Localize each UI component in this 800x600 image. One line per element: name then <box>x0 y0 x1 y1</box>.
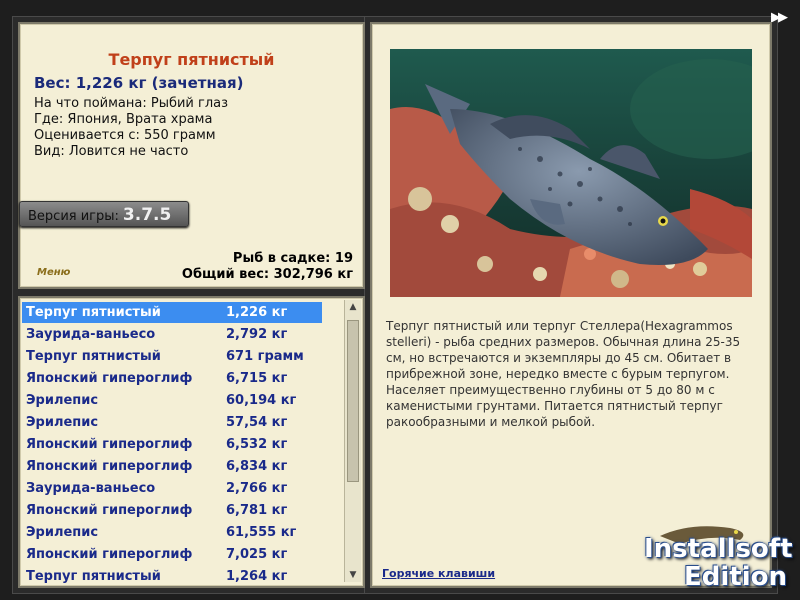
double-arrow-right-icon: ▶▶ <box>771 10 788 25</box>
list-item-name: Японский гипероглиф <box>26 503 193 518</box>
fish-in-net: Рыб в садке: 19 <box>232 251 353 266</box>
list-item-weight: 60,194 кг <box>226 393 297 408</box>
scroll-thumb[interactable] <box>347 320 359 482</box>
fish-detail-panel: Терпуг пятнистый или терпуг Стеллера(Hex… <box>370 22 772 588</box>
list-item[interactable]: Эрилепис 57,54 кг <box>22 412 322 433</box>
list-item-name: Терпуг пятнистый <box>26 569 161 584</box>
bait-detail: На что поймана: Рыбий глаз <box>34 96 229 111</box>
list-item-name: Эрилепис <box>26 393 99 408</box>
list-item[interactable]: Терпуг пятнистый 1,264 кг <box>22 566 322 586</box>
list-item[interactable]: Заурида-ваньесо 2,766 кг <box>22 478 322 499</box>
list-item-name: Японский гипероглиф <box>26 547 193 562</box>
chevron-up-icon[interactable]: ▲ <box>345 300 361 314</box>
list-item-weight: 6,532 кг <box>226 437 288 452</box>
list-item-weight: 6,715 кг <box>226 371 288 386</box>
list-item-name: Японский гипероглиф <box>26 459 193 474</box>
list-item[interactable]: Японский гипероглиф 6,781 кг <box>22 500 322 521</box>
list-item-weight: 671 грамм <box>226 349 304 364</box>
list-item-weight: 1,264 кг <box>226 569 288 584</box>
catch-info-panel: Терпуг пятнистый Вес: 1,226 кг (зачетная… <box>18 22 365 289</box>
list-item-name: Терпуг пятнистый <box>26 305 161 320</box>
version-label: Версия игры: <box>28 209 119 224</box>
list-item-name: Терпуг пятнистый <box>26 349 161 364</box>
list-item[interactable]: Терпуг пятнистый 671 грамм <box>22 346 322 367</box>
list-item[interactable]: Японский гипероглиф 6,715 кг <box>22 368 322 389</box>
version-number: 3.7.5 <box>122 205 172 225</box>
forward-button[interactable]: ▶▶ <box>771 10 795 26</box>
list-item[interactable]: Эрилепис 60,194 кг <box>22 390 322 411</box>
total-weight: Общий вес: 302,796 кг <box>181 267 353 282</box>
rarity-detail: Вид: Ловится не часто <box>34 144 189 159</box>
fish-weight: Вес: 1,226 кг (зачетная) <box>34 74 244 92</box>
version-badge: Версия игры: 3.7.5 <box>19 201 189 227</box>
list-item-name: Японский гипероглиф <box>26 437 193 452</box>
list-item[interactable]: Терпуг пятнистый 1,226 кг <box>22 302 322 323</box>
list-item-weight: 1,226 кг <box>226 305 288 320</box>
list-item-weight: 7,025 кг <box>226 547 288 562</box>
list-item[interactable]: Японский гипероглиф 6,834 кг <box>22 456 322 477</box>
min-weight-detail: Оценивается с: 550 грамм <box>34 128 216 143</box>
list-item[interactable]: Заурида-ваньесо 2,792 кг <box>22 324 322 345</box>
list-scrollbar[interactable]: ▲ ▼ <box>344 300 361 582</box>
list-item[interactable]: Японский гипероглиф 6,532 кг <box>22 434 322 455</box>
hotkeys-link[interactable]: Горячие клавиши <box>382 567 495 580</box>
fish-description: Терпуг пятнистый или терпуг Стеллера(Hex… <box>386 319 741 429</box>
list-item-name: Эрилепис <box>26 525 99 540</box>
list-item-weight: 61,555 кг <box>226 525 297 540</box>
brand-line2: Edition <box>684 562 787 592</box>
list-item-name: Японский гипероглиф <box>26 371 193 386</box>
menu-button[interactable]: Меню <box>37 267 70 278</box>
fish-photo <box>390 49 752 297</box>
list-item-weight: 2,766 кг <box>226 481 288 496</box>
list-item-weight: 6,834 кг <box>226 459 288 474</box>
list-item[interactable]: Эрилепис 61,555 кг <box>22 522 322 543</box>
brand-line1: Installsoft <box>644 534 793 564</box>
fish-title: Терпуг пятнистый <box>108 50 275 69</box>
location-detail: Где: Япония, Врата храма <box>34 112 213 127</box>
list-item-name: Заурида-ваньесо <box>26 327 156 342</box>
list-item-weight: 2,792 кг <box>226 327 288 342</box>
installsoft-logo: Installsoft Edition <box>640 522 795 592</box>
list-item-name: Заурида-ваньесо <box>26 481 156 496</box>
list-item[interactable]: Японский гипероглиф 7,025 кг <box>22 544 322 565</box>
fish-list[interactable]: Терпуг пятнистый 1,226 кг Заурида-ваньесо 2… <box>18 296 365 588</box>
list-item-name: Эрилепис <box>26 415 99 430</box>
chevron-down-icon[interactable]: ▼ <box>345 568 361 582</box>
list-item-weight: 57,54 кг <box>226 415 288 430</box>
list-item-weight: 6,781 кг <box>226 503 288 518</box>
